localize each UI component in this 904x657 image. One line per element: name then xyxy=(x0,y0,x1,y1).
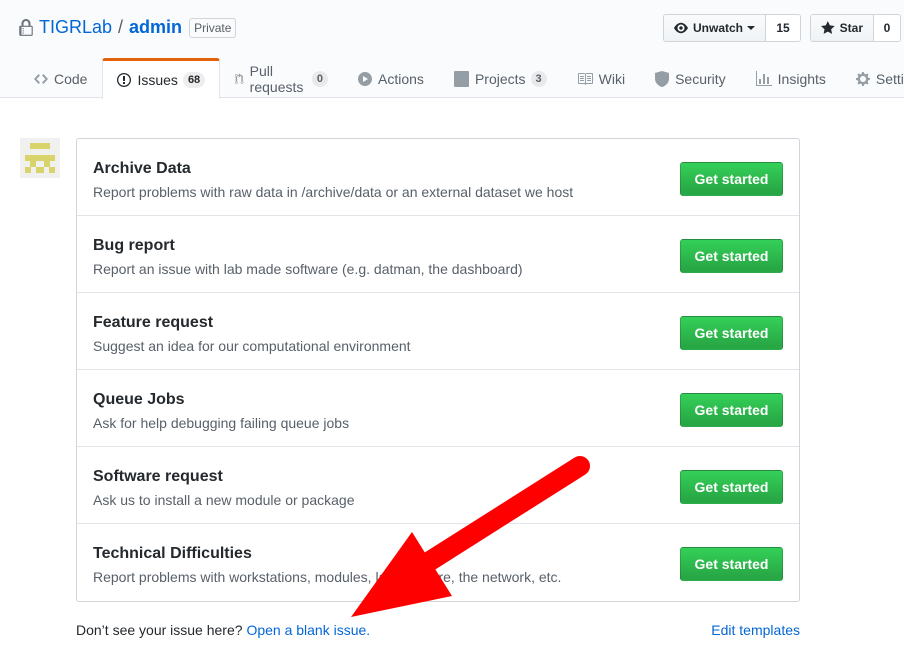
issue-template-list: Archive Data Report problems with raw da… xyxy=(76,138,800,602)
lock-icon xyxy=(19,18,33,36)
template-description: Ask us to install a new module or packag… xyxy=(93,492,355,508)
template-row: Technical Difficulties Report problems w… xyxy=(77,524,799,601)
issues-counter: 68 xyxy=(182,72,206,88)
edit-templates-link[interactable]: Edit templates xyxy=(711,622,800,638)
star-button[interactable]: Star xyxy=(811,15,874,41)
template-row: Software request Ask us to install a new… xyxy=(77,447,799,524)
template-name: Technical Difficulties xyxy=(93,545,252,562)
template-description: Suggest an idea for our computational en… xyxy=(93,338,411,354)
template-row: Bug report Report an issue with lab made… xyxy=(77,216,799,293)
projects-counter: 3 xyxy=(530,70,547,87)
get-started-button[interactable]: Get started xyxy=(680,393,783,427)
tab-security[interactable]: Security xyxy=(640,58,741,98)
get-started-button[interactable]: Get started xyxy=(680,470,783,504)
get-started-button[interactable]: Get started xyxy=(680,162,783,196)
get-started-button[interactable]: Get started xyxy=(680,316,783,350)
tab-projects[interactable]: Projects 3 xyxy=(439,58,562,98)
tab-label: Settings xyxy=(875,70,904,87)
template-name: Feature request xyxy=(93,314,214,331)
code-icon xyxy=(34,73,48,84)
tab-insights[interactable]: Insights xyxy=(741,58,841,98)
pull-requests-counter: 0 xyxy=(311,70,329,87)
book-icon xyxy=(577,72,593,85)
watch-group: Unwatch 15 xyxy=(663,14,801,42)
star-label: Star xyxy=(839,21,863,35)
identicon-image xyxy=(25,143,55,173)
template-name: Bug report xyxy=(93,237,175,254)
template-name: Archive Data xyxy=(93,160,191,177)
repo-owner-link[interactable]: TIGRLab xyxy=(39,17,112,38)
tab-settings[interactable]: Settings xyxy=(841,58,904,98)
eye-icon xyxy=(674,22,688,34)
issue-opened-icon xyxy=(117,73,132,87)
project-icon xyxy=(453,70,469,87)
open-blank-issue-link[interactable]: Open a blank issue. xyxy=(246,622,370,638)
blank-issue-prompt-text: Don’t see your issue here? xyxy=(76,622,247,638)
chevron-down-icon xyxy=(747,26,755,30)
graph-icon xyxy=(755,70,772,86)
tab-label: Pull requests xyxy=(249,62,304,95)
repo-nav-tabs: Code Issues 68 Pull requests 0 Actions P… xyxy=(19,58,904,99)
unwatch-label: Unwatch xyxy=(692,21,743,35)
repo-header: TIGRLab / admin Private Unwatch 15 Star xyxy=(0,0,904,99)
tab-code[interactable]: Code xyxy=(19,58,102,98)
tab-label: Wiki xyxy=(598,70,626,87)
tab-label: Projects xyxy=(474,70,526,87)
template-description: Report problems with workstations, modul… xyxy=(93,569,562,585)
repo-name-link[interactable]: admin xyxy=(129,17,182,38)
tab-label: Actions xyxy=(378,70,424,87)
template-name: Software request xyxy=(93,468,223,485)
private-label: Private xyxy=(189,17,237,38)
watchers-count[interactable]: 15 xyxy=(766,15,800,41)
gear-icon xyxy=(855,71,870,86)
template-description: Ask for help debugging failing queue job… xyxy=(93,415,350,431)
git-pull-request-icon xyxy=(235,72,244,84)
avatar[interactable] xyxy=(20,138,60,178)
template-description: Report problems with raw data in /archiv… xyxy=(93,184,574,200)
template-description: Report an issue with lab made software (… xyxy=(93,261,523,277)
tab-issues[interactable]: Issues 68 xyxy=(102,58,221,99)
template-row: Feature request Suggest an idea for our … xyxy=(77,293,799,370)
star-icon xyxy=(821,21,835,34)
unwatch-button[interactable]: Unwatch xyxy=(664,15,766,41)
tab-label: Issues xyxy=(137,72,178,88)
tab-actions[interactable]: Actions xyxy=(343,58,439,98)
tab-pull-requests[interactable]: Pull requests 0 xyxy=(220,58,343,98)
path-separator: / xyxy=(118,17,124,37)
template-name: Queue Jobs xyxy=(93,391,185,408)
shield-icon xyxy=(655,70,670,87)
get-started-button[interactable]: Get started xyxy=(680,239,783,273)
play-icon xyxy=(358,71,373,86)
stars-count[interactable]: 0 xyxy=(874,15,900,41)
tab-wiki[interactable]: Wiki xyxy=(562,58,640,98)
repo-title: TIGRLab / admin Private xyxy=(19,17,237,38)
template-row: Queue Jobs Ask for help debugging failin… xyxy=(77,370,799,447)
tab-label: Insights xyxy=(777,70,826,87)
get-started-button[interactable]: Get started xyxy=(680,547,783,581)
tab-label: Security xyxy=(675,70,726,87)
tab-label: Code xyxy=(54,70,88,87)
template-row: Archive Data Report problems with raw da… xyxy=(77,139,799,216)
blank-issue-prompt: Don’t see your issue here? Open a blank … xyxy=(76,622,370,638)
star-group: Star 0 xyxy=(810,14,901,42)
